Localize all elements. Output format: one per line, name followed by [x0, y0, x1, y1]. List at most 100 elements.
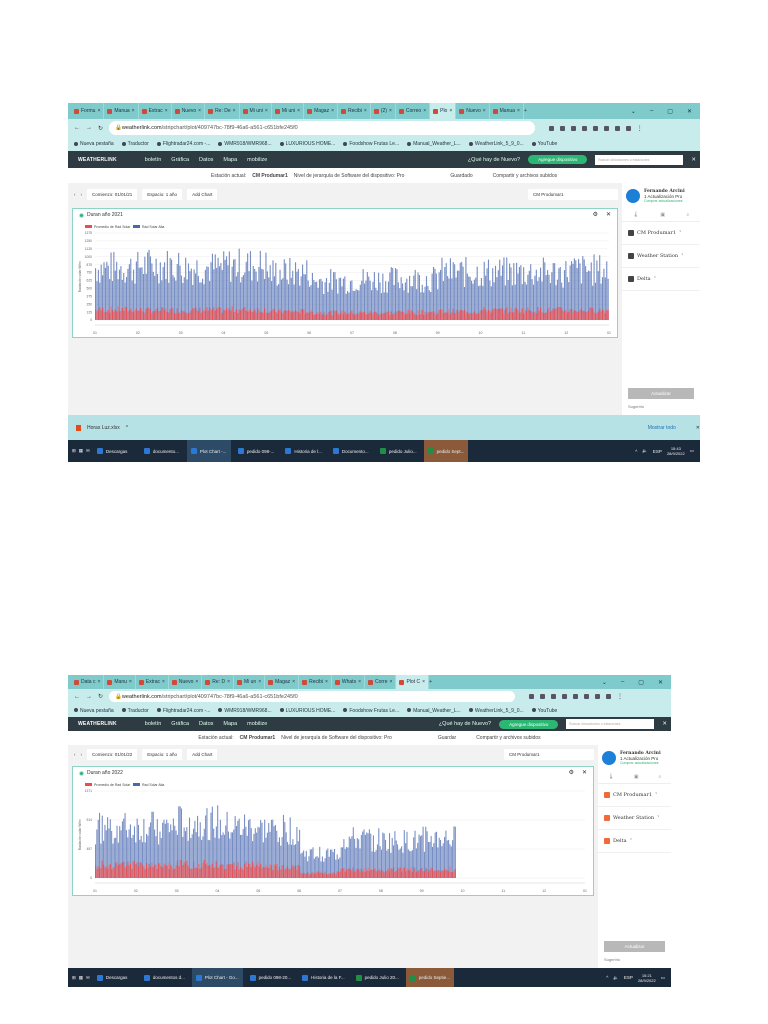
notifications-icon[interactable]: ▭: [661, 975, 665, 981]
menu-icon[interactable]: ⋮: [617, 693, 623, 700]
store-icon[interactable]: ▦: [79, 975, 83, 981]
close-chart-icon[interactable]: ✕: [582, 769, 587, 776]
update-button[interactable]: Actualizar: [604, 941, 665, 952]
taskbar-item[interactable]: Plot Chart - Go...: [191, 968, 243, 987]
close-tab-icon[interactable]: ×: [331, 108, 334, 114]
nav-item[interactable]: Datos: [199, 157, 213, 163]
bookmark-item[interactable]: Traductor: [122, 141, 149, 147]
browser-tab[interactable]: Whats ×: [332, 675, 365, 689]
close-tab-icon[interactable]: ×: [422, 679, 425, 685]
prev-icon[interactable]: ‹: [74, 752, 76, 757]
taskbar-item[interactable]: pedido Julio...: [376, 440, 421, 462]
close-tab-icon[interactable]: ×: [258, 679, 261, 685]
chart-title[interactable]: Duran año 2022: [79, 770, 123, 776]
extension-icon[interactable]: [550, 694, 556, 699]
taskbar-item[interactable]: pedido Julio 20...: [352, 968, 403, 987]
bookmark-item[interactable]: WMR918/WMR968...: [218, 708, 271, 714]
buy-upgrades-link[interactable]: Comprar actualizaciones: [644, 199, 685, 203]
bookmark-item[interactable]: WMR918/WMR968...: [218, 141, 271, 147]
close-tab-icon[interactable]: ×: [390, 679, 393, 685]
station-select[interactable]: CM Produmar1: [528, 188, 618, 200]
close-window-icon[interactable]: ✕: [687, 108, 692, 115]
save-button[interactable]: Guardado: [450, 173, 472, 179]
settings-icon[interactable]: ⚙: [593, 211, 598, 218]
panel-item[interactable]: CM Produmar1 ˅: [598, 784, 671, 807]
close-tab-icon[interactable]: ×: [297, 108, 300, 114]
taskbar-item[interactable]: Documento...: [329, 440, 373, 462]
bookmark-item[interactable]: Flightradar24.com -...: [157, 708, 211, 714]
close-tab-icon[interactable]: ×: [165, 108, 168, 114]
extension-icon[interactable]: [559, 125, 565, 131]
update-button[interactable]: Actualizar: [628, 388, 694, 399]
bookmark-item[interactable]: WeatherLink_5_9_0...: [469, 141, 524, 147]
browser-tab[interactable]: Magaz ×: [304, 103, 339, 119]
bookmark-item[interactable]: YouTube: [532, 141, 558, 147]
browser-tab[interactable]: Data c ×: [71, 675, 105, 689]
taskbar-item[interactable]: pedido 098-...: [234, 440, 279, 462]
browser-tab[interactable]: Nuevo ×: [456, 103, 490, 119]
menu-icon[interactable]: ⋮: [637, 125, 643, 132]
bookmark-item[interactable]: Foodshow Frutas Le...: [343, 141, 399, 147]
mail-icon[interactable]: ✉: [86, 448, 90, 454]
taskbar-item[interactable]: Descargas: [93, 440, 137, 462]
browser-tab[interactable]: Mi un ×: [234, 675, 266, 689]
close-tab-icon[interactable]: ×: [364, 108, 367, 114]
browser-tab[interactable]: Mi uni ×: [272, 103, 305, 119]
taskbar-item[interactable]: documento...: [140, 440, 184, 462]
taskbar-item[interactable]: Plot Chart -...: [186, 440, 231, 462]
panel-item[interactable]: CM Produmar1 ˅: [622, 222, 700, 245]
close-tab-icon[interactable]: ×: [358, 679, 361, 685]
browser-tab[interactable]: Plo ×: [430, 103, 457, 119]
share-button[interactable]: Compartir y archivos subidos: [493, 173, 557, 179]
nav-item[interactable]: mobilize: [247, 157, 267, 163]
bookmark-item[interactable]: LUXURIOUS HOME...: [280, 141, 336, 147]
panel-item[interactable]: Delta ˅: [622, 268, 700, 291]
back-icon[interactable]: ←: [74, 125, 80, 131]
share-button[interactable]: Compartir y archivos subidos: [476, 735, 540, 741]
task-view-icon[interactable]: ⊞: [72, 975, 76, 981]
start-date-select[interactable]: Comienzo: 01/01/21: [87, 188, 138, 200]
add-chart-button[interactable]: Add Chart: [187, 748, 218, 760]
bookmark-item[interactable]: LUXURIOUS HOME...: [280, 708, 336, 714]
panel-item[interactable]: Weather Station ˅: [622, 245, 700, 268]
search-icon[interactable]: ⌕: [658, 774, 661, 780]
extension-icon[interactable]: [583, 694, 589, 699]
station-select[interactable]: CM Produmar1: [504, 748, 594, 760]
bookmark-item[interactable]: Manual_Weather_L...: [407, 708, 461, 714]
nav-item[interactable]: boletín: [145, 721, 162, 727]
search-input[interactable]: Buscar ubicaciones o estaciones: [595, 154, 684, 165]
close-icon[interactable]: ✕: [691, 157, 696, 163]
thermometer-icon[interactable]: 🌡: [608, 774, 614, 780]
search-input[interactable]: Buscar ubicaciones o estaciones: [566, 719, 655, 729]
chevron-down-icon[interactable]: ⌄: [602, 679, 607, 686]
bookmark-item[interactable]: Foodshow Frutas Le...: [343, 708, 399, 714]
bookmark-item[interactable]: Nueva pestaña: [74, 708, 114, 714]
close-tab-icon[interactable]: ×: [195, 679, 198, 685]
nav-item[interactable]: mobilize: [247, 721, 267, 727]
nav-item[interactable]: Mapa: [223, 157, 237, 163]
close-tab-icon[interactable]: ×: [233, 108, 236, 114]
browser-tab[interactable]: Mi uni ×: [240, 103, 272, 119]
bookmark-item[interactable]: Nueva pestaña: [74, 141, 114, 147]
close-tab-icon[interactable]: ×: [483, 108, 486, 114]
browser-tab[interactable]: Manua ×: [490, 103, 524, 119]
bookmark-item[interactable]: Manual_Weather_L...: [407, 141, 461, 147]
browser-tab[interactable]: Recibi ×: [338, 103, 371, 119]
close-tab-icon[interactable]: ×: [129, 679, 132, 685]
close-tab-icon[interactable]: ×: [449, 108, 452, 114]
start-date-select[interactable]: Comienzo: 01/01/22: [87, 748, 138, 760]
taskbar-item[interactable]: pedido Septie...: [405, 968, 454, 987]
close-tab-icon[interactable]: ×: [162, 679, 165, 685]
close-tab-icon[interactable]: ×: [325, 679, 328, 685]
extension-icon[interactable]: [605, 694, 611, 699]
volume-icon[interactable]: 🔈: [642, 448, 648, 454]
close-tab-icon[interactable]: ×: [292, 679, 295, 685]
extension-icon[interactable]: [539, 694, 545, 699]
panel-item[interactable]: Weather Station ˅: [598, 807, 671, 830]
buy-upgrades-link[interactable]: Comprar actualizaciones: [620, 761, 661, 765]
close-tab-icon[interactable]: ×: [265, 108, 268, 114]
browser-tab[interactable]: Manu ×: [104, 675, 136, 689]
prev-icon[interactable]: ‹: [74, 192, 76, 197]
maximize-icon[interactable]: ▢: [667, 108, 673, 115]
browser-tab[interactable]: Corre ×: [365, 675, 397, 689]
